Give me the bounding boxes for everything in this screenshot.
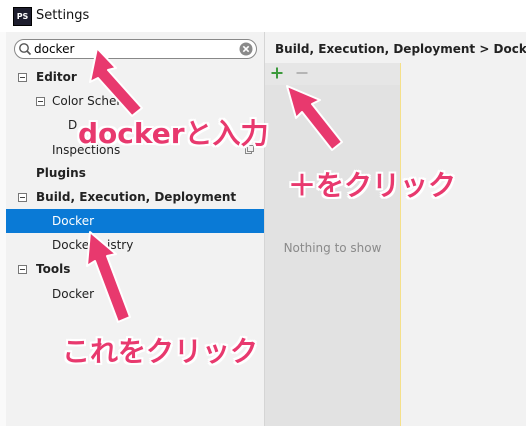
app-logo-icon: PS [13,7,32,26]
clear-search-icon[interactable] [239,42,253,56]
annotation-type-docker: dockerと入力 [78,117,269,150]
annotation-click-plus: ＋をクリック [288,169,457,202]
collapse-editor-icon[interactable] [18,73,27,82]
tree-item-build-execution-deployment[interactable]: Build, Execution, Deployment [36,190,236,204]
tree-item-docker-registry-visible[interactable]: Docker [52,238,94,252]
detail-panel-border [400,63,401,426]
collapse-color-scheme-icon[interactable] [36,97,45,106]
empty-list-message: Nothing to show [283,241,382,255]
tree-item-tools-docker[interactable]: Docker [52,287,94,301]
list-toolbar [265,63,400,85]
breadcrumb: Build, Execution, Deployment > Docker [275,42,526,56]
remove-icon[interactable] [295,66,309,80]
annotation-click-this: これをクリック [62,335,259,368]
collapse-tools-icon[interactable] [18,265,27,274]
tree-item-docker-registry-tail: istry [107,238,134,252]
tree-item-docker-selected[interactable] [6,209,264,233]
tree-item-tools[interactable]: Tools [36,262,70,276]
add-icon[interactable] [270,66,284,80]
tree-item-docker-label: Docker [52,214,95,228]
tree-item-plugins[interactable]: Plugins [36,166,86,180]
detail-panel [400,63,526,426]
search-icon [19,43,32,56]
window-title: Settings [36,8,90,23]
tree-item-editor[interactable]: Editor [36,70,77,84]
search-input[interactable] [34,41,234,57]
collapse-build-icon[interactable] [18,193,27,202]
tree-item-color-scheme[interactable]: Color Scheme [52,94,135,108]
tree-item-color-scheme-child[interactable]: D [68,118,77,132]
